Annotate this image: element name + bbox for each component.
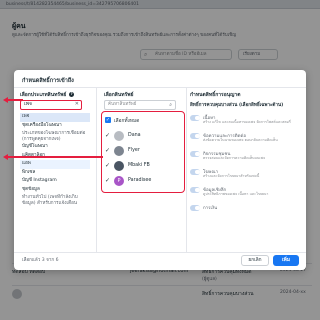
- check-icon[interactable]: ✓: [105, 177, 110, 184]
- asset-list: ✓ เลือกทั้งหมด ✓ Dana ✓ Flyer ✓ Mbaki FB…: [101, 111, 185, 193]
- permission-description: ดูประสิทธิภาพของเพจ เนื้อหา และโฆษณา: [203, 192, 269, 196]
- permission-toggle[interactable]: [190, 205, 200, 211]
- help-icon[interactable]: ?: [69, 92, 75, 97]
- asset-type-item[interactable]: บัญชีโฆษณา: [20, 143, 90, 152]
- annotation-arrow-line: [7, 156, 103, 158]
- permission-label: การเงิน: [203, 206, 218, 211]
- avatar: P: [114, 176, 124, 186]
- asset-type-list: เพจ ชุดเครื่องมือโฆษณา ประเภทของโฆษณาการ…: [20, 113, 90, 207]
- asset-type-item[interactable]: ประเภทของโฆษณาการเชื่อมต่อ (การพูดคุยจาก…: [20, 130, 90, 143]
- asset-name: Dana: [128, 133, 141, 138]
- asset-type-item[interactable]: ชุดเครื่องมือโฆษณา: [20, 122, 90, 131]
- search-icon: ⌕: [169, 102, 172, 108]
- check-icon[interactable]: ✓: [105, 147, 110, 154]
- asset-item[interactable]: ✓ Dana: [105, 130, 181, 143]
- asset-type-heading-label: เลือกประเภทสินทรัพย์: [20, 92, 67, 98]
- asset-type-search-value: เพจ: [24, 101, 32, 107]
- asset-heading: เลือกสินทรัพย์: [104, 92, 134, 98]
- annotation-arrow-line: [7, 99, 23, 101]
- select-all-row[interactable]: ✓ เลือกทั้งหมด: [105, 114, 181, 127]
- avatar: [114, 146, 124, 156]
- column-divider: [186, 87, 187, 252]
- permission-heading: กำหนดสิทธิ์การอนุญาต: [190, 92, 241, 98]
- asset-item[interactable]: ✓ Flyer: [105, 145, 181, 158]
- selection-count: เลือกแล้ว 3 จาก 6: [22, 258, 59, 263]
- asset-search-placeholder: ค้นหาสินทรัพย์: [108, 102, 137, 107]
- asset-type-item[interactable]: แอพ: [20, 160, 90, 169]
- add-button[interactable]: เพิ่ม: [273, 255, 299, 266]
- permission-toggle[interactable]: [190, 169, 200, 175]
- dialog-title: กำหนดสิทธิ์การเข้าถึง: [22, 78, 74, 84]
- permission-toggle[interactable]: [190, 187, 200, 193]
- cancel-button[interactable]: ยกเลิก: [241, 255, 269, 266]
- asset-type-item[interactable]: บัญชี Instagram: [20, 177, 90, 186]
- permission-description: ตรวจสอบและจัดการความคิดเห็นบนเพจ: [203, 156, 266, 160]
- permission-description: สร้างและจัดการโฆษณาสำหรับเพจนี้: [203, 174, 260, 178]
- footer-divider: [14, 252, 306, 253]
- asset-type-item[interactable]: พิกเซล: [20, 169, 90, 178]
- asset-type-heading: เลือกประเภทสินทรัพย์ ?: [20, 91, 75, 99]
- asset-name: Mbaki FB: [128, 163, 150, 168]
- asset-type-item[interactable]: ชุดข้อมูล: [20, 186, 90, 195]
- check-icon[interactable]: ✓: [105, 132, 110, 139]
- select-all-label: เลือกทั้งหมด: [114, 119, 140, 124]
- permission-toggle[interactable]: [190, 151, 200, 157]
- permission-description: ส่งข้อความในนามของเพจ ตอบกลับความคิดเห็น: [203, 138, 278, 142]
- check-icon[interactable]: ✓: [105, 162, 110, 169]
- permission-toggle[interactable]: [190, 115, 200, 121]
- permission-toggle[interactable]: [190, 133, 200, 139]
- checkbox-checked-icon[interactable]: ✓: [105, 117, 111, 123]
- avatar: [114, 161, 124, 171]
- close-icon[interactable]: ✕: [75, 101, 79, 108]
- permission-description: สร้าง แก้ไข และลบเนื้อหาของเพจ จัดการโพส…: [203, 120, 291, 124]
- asset-type-item[interactable]: ทำงานทั่วไป (เพจที่กำลังเก็บข้อมูล) สำหร…: [20, 194, 90, 207]
- asset-item[interactable]: ✓ P Paradisee: [105, 175, 181, 188]
- asset-name: Flyer: [128, 148, 140, 153]
- asset-type-item[interactable]: เพจ: [20, 113, 90, 122]
- assign-access-dialog: กำหนดสิทธิ์การเข้าถึง เลือกประเภทสินทรัพ…: [14, 70, 306, 270]
- asset-type-search-input[interactable]: เพจ ✕: [20, 100, 82, 110]
- column-divider: [96, 87, 97, 252]
- dialog-divider: [14, 87, 306, 88]
- asset-item[interactable]: ✓ Mbaki FB: [105, 160, 181, 173]
- permission-section-title: สิทธิ์การควบคุมบางส่วน (เลือกสิทธิ์เฉพาะ…: [190, 103, 284, 108]
- asset-name: Paradisee: [128, 178, 152, 183]
- avatar: [114, 131, 124, 141]
- asset-search-input[interactable]: ค้นหาสินทรัพย์ ⌕: [104, 100, 176, 110]
